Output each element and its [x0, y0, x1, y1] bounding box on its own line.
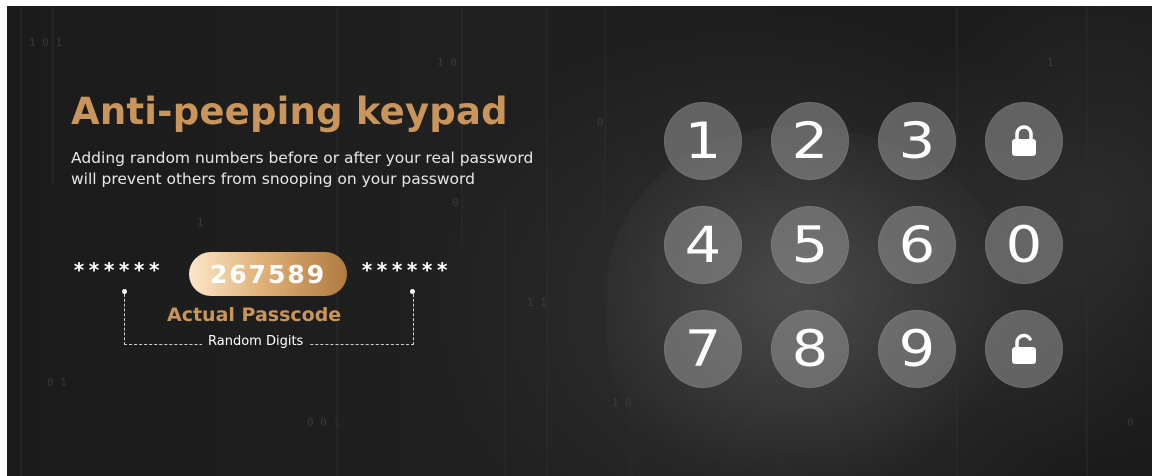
key-0[interactable]: 0: [985, 206, 1063, 284]
description-line-2: will prevent others from snooping on you…: [71, 170, 475, 188]
key-4-label: 4: [684, 216, 722, 274]
passcode-demo: ****** 267589 ******: [71, 252, 491, 296]
key-5[interactable]: 5: [771, 206, 849, 284]
random-digits-label: Random Digits: [202, 334, 310, 349]
key-5-label: 5: [791, 216, 829, 274]
keypad: 1 2 3 4 5 6 0 7 8 9: [664, 102, 1104, 392]
svg-text:0 1: 0 1: [47, 376, 67, 389]
key-1-label: 1: [684, 112, 722, 170]
svg-text:1 0: 1 0: [437, 56, 457, 69]
key-8-label: 8: [791, 320, 829, 378]
banner-description: Adding random numbers before or after yo…: [71, 148, 591, 190]
anti-peeping-banner: 1 0 1 0 1 1 0 0 1 1 0 0 1 1 0 1 0 1 0 An…: [7, 6, 1152, 476]
key-unlock[interactable]: [985, 310, 1063, 388]
svg-text:0: 0: [1127, 416, 1134, 429]
random-prefix-stars: ******: [73, 258, 164, 282]
actual-passcode-pill: 267589: [189, 252, 347, 296]
key-9[interactable]: 9: [878, 310, 956, 388]
svg-text:0 0 1: 0 0 1: [307, 416, 340, 429]
svg-text:0: 0: [452, 196, 459, 209]
key-lock[interactable]: [985, 102, 1063, 180]
key-7[interactable]: 7: [664, 310, 742, 388]
random-suffix-stars: ******: [361, 258, 452, 282]
key-8[interactable]: 8: [771, 310, 849, 388]
svg-text:0: 0: [597, 116, 604, 129]
svg-text:1 0 1: 1 0 1: [29, 36, 62, 49]
key-6-label: 6: [898, 216, 936, 274]
description-line-1: Adding random numbers before or after yo…: [71, 149, 534, 167]
key-7-label: 7: [684, 320, 722, 378]
key-2[interactable]: 2: [771, 102, 849, 180]
key-0-label: 0: [1005, 216, 1043, 274]
svg-text:1: 1: [197, 216, 204, 229]
key-4[interactable]: 4: [664, 206, 742, 284]
actual-passcode-label: Actual Passcode: [167, 304, 342, 326]
key-3[interactable]: 3: [878, 102, 956, 180]
banner-title: Anti-peeping keypad: [71, 90, 508, 133]
key-9-label: 9: [898, 320, 936, 378]
svg-text:1 1: 1 1: [527, 296, 547, 309]
key-6[interactable]: 6: [878, 206, 956, 284]
key-2-label: 2: [791, 112, 829, 170]
svg-text:1: 1: [1047, 56, 1054, 69]
lock-open-icon: [1012, 333, 1036, 364]
lock-closed-icon: [1012, 125, 1036, 156]
key-3-label: 3: [898, 112, 936, 170]
key-1[interactable]: 1: [664, 102, 742, 180]
